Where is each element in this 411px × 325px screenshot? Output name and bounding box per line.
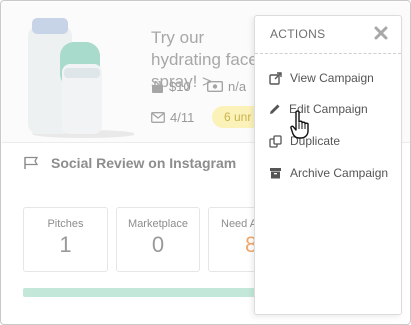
- messages-count: 4/11: [170, 110, 195, 125]
- campaign-extra: n/a: [228, 79, 247, 94]
- flag-icon: [24, 156, 39, 169]
- campaign-price: $10: [169, 79, 191, 94]
- stat-label: Marketplace: [128, 218, 188, 230]
- external-link-icon: [269, 71, 282, 85]
- messages-meta: 4/11: [151, 110, 194, 125]
- campaign-card: Try our hydrating face spray! > $10 n/a …: [0, 0, 411, 325]
- extra-meta: n/a: [207, 79, 246, 94]
- stat-pitches[interactable]: Pitches 1: [23, 207, 108, 272]
- stat-label: Pitches: [47, 218, 84, 230]
- close-icon[interactable]: [374, 26, 388, 40]
- social-review: Social Review on Instagram: [23, 155, 236, 171]
- menu-item-label: Duplicate: [290, 134, 341, 148]
- duplicate-icon: [269, 134, 282, 148]
- cash-icon: [207, 81, 223, 92]
- shopping-bag-icon: [152, 80, 163, 93]
- pencil-icon: [270, 104, 280, 114]
- menu-item-label: Archive Campaign: [290, 166, 389, 180]
- product-image: [28, 18, 134, 138]
- stat-value: 0: [151, 232, 165, 257]
- actions-menu: ACTIONS View Campaign Edit Campaign Dupl…: [254, 15, 402, 315]
- menu-item-label: View Campaign: [290, 71, 374, 85]
- stat-marketplace[interactable]: Marketplace 0: [116, 207, 200, 272]
- social-review-label: Social Review on Instagram: [51, 155, 237, 171]
- actions-menu-header: ACTIONS: [255, 16, 401, 54]
- price-meta: $10: [151, 79, 191, 94]
- menu-item-view-campaign[interactable]: View Campaign: [269, 71, 374, 85]
- actions-menu-title: ACTIONS: [270, 27, 326, 41]
- menu-item-edit-campaign[interactable]: Edit Campaign: [269, 102, 368, 116]
- progress-bar: [23, 288, 263, 297]
- menu-item-duplicate[interactable]: Duplicate: [269, 134, 340, 148]
- menu-item-archive-campaign[interactable]: Archive Campaign: [269, 166, 388, 180]
- stat-value: 1: [59, 232, 72, 257]
- menu-item-label: Edit Campaign: [289, 102, 368, 116]
- envelope-icon: [151, 112, 165, 123]
- archive-icon: [270, 168, 281, 179]
